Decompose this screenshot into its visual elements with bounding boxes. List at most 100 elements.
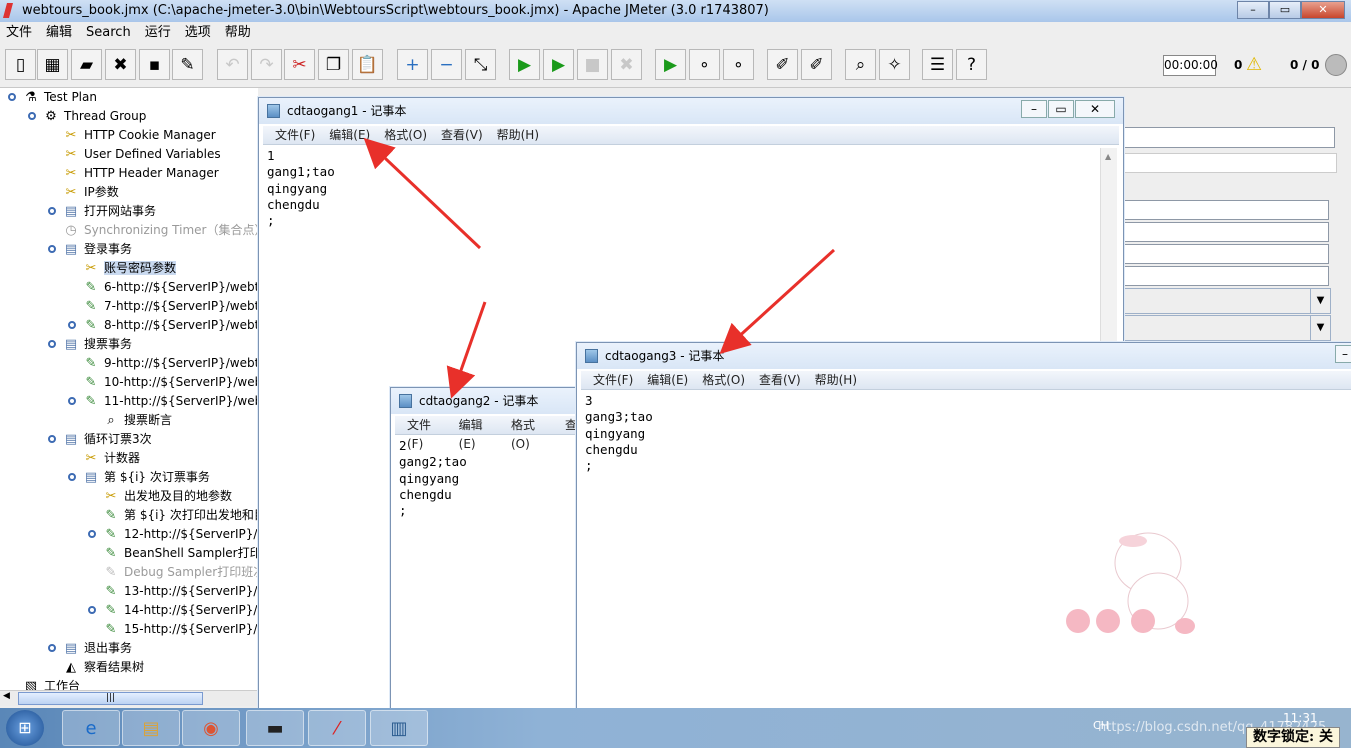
tree-node[interactable]: ✂ 计数器 (82, 449, 140, 468)
tree-node[interactable]: ◭ 察看结果树 (62, 658, 144, 677)
stop-button[interactable]: ■ (577, 49, 608, 80)
clock[interactable]: 11:31 (1283, 711, 1318, 725)
close-button[interactable]: ✕ (1301, 1, 1345, 19)
notepad-window-3[interactable]: cdtaogang3 - 记事本 – 文件(F) 编辑(E) 格式(O) 查看(V) 帮… (576, 342, 1351, 717)
tree-node[interactable]: ◷ Synchronizing Timer（集合点） (62, 221, 258, 240)
copy-button[interactable]: ❐ (318, 49, 349, 80)
tree-node[interactable]: ✂ IP参数 (62, 183, 119, 202)
tree-node[interactable]: ✂ 账号密码参数 (82, 259, 177, 278)
tree-expander-icon[interactable] (68, 473, 76, 481)
jmeter-icon[interactable]: ⁄ (308, 710, 366, 746)
config-field-1[interactable] (1123, 200, 1329, 220)
tree-node[interactable]: ▤ 打开网站事务 (62, 202, 156, 221)
tree-node[interactable]: ▧ 工作台 (22, 677, 80, 691)
tree-node[interactable]: ✂ HTTP Cookie Manager (62, 126, 216, 145)
tree-expander-icon[interactable] (48, 245, 56, 253)
tree-expander-icon[interactable] (8, 93, 16, 101)
toggle-button[interactable]: ⤡ (465, 49, 496, 80)
start-no-pause-button[interactable]: ▶ (543, 49, 574, 80)
minimize-button[interactable]: – (1237, 1, 1269, 19)
menu-help[interactable]: 帮助(H) (815, 371, 857, 389)
tree-node[interactable]: ▤ 第 ${i} 次订票事务 (82, 468, 210, 487)
chrome-icon[interactable]: ◉ (182, 710, 240, 746)
tree-node[interactable]: ✂ HTTP Header Manager (62, 164, 219, 183)
notepad-minimize-button[interactable]: – (1021, 100, 1047, 118)
menu-search[interactable]: Search (86, 22, 131, 44)
reset-search-button[interactable]: ✧ (879, 49, 910, 80)
menu-file[interactable]: 文件(F) (407, 416, 445, 451)
tree-node[interactable]: ✎ 9-http://${ServerIP}/webtours (82, 354, 258, 373)
tree-node[interactable]: ✎ 10-http://${ServerIP}/webtou (82, 373, 258, 392)
search-button[interactable]: ⌕ (845, 49, 876, 80)
notepad-close-button[interactable]: ✕ (1075, 100, 1115, 118)
tree-horizontal-scrollbar[interactable]: ◀ ||| (0, 690, 258, 706)
menu-edit[interactable]: 编辑(E) (459, 416, 497, 451)
paste-button[interactable]: 📋 (352, 49, 383, 80)
tree-node[interactable]: ✎ Debug Sampler打印班次 (102, 563, 258, 582)
tree-node[interactable]: ⌕ 搜票断言 (102, 411, 172, 430)
menu-view[interactable]: 查看(V) (759, 371, 801, 389)
name-field[interactable] (1123, 127, 1335, 148)
tree-node[interactable]: ✂ 出发地及目的地参数 (102, 487, 232, 506)
config-combo-2[interactable]: ▼ (1123, 315, 1331, 341)
scrollbar-thumb[interactable]: ||| (18, 692, 203, 705)
tree-node[interactable]: ✎ 13-http://${ServerIP}/web (102, 582, 258, 601)
tree-node[interactable]: ✎ 6-http://${ServerIP}/webtours (82, 278, 258, 297)
menu-view[interactable]: 查看(V) (441, 126, 483, 144)
tree-node[interactable]: ✎ 7-http://${ServerIP}/webtours (82, 297, 258, 316)
tree-node[interactable]: ▤ 退出事务 (62, 639, 132, 658)
tree-expander-icon[interactable] (28, 112, 36, 120)
tree-expander-icon[interactable] (88, 530, 96, 538)
tree-expander-icon[interactable] (68, 321, 76, 329)
open-button[interactable]: ▰ (71, 49, 102, 80)
tree-node[interactable]: ⚙ Thread Group (42, 107, 146, 126)
tree-expander-icon[interactable] (48, 207, 56, 215)
templates-button[interactable]: ▦ (37, 49, 68, 80)
menu-format[interactable]: 格式(O) (511, 416, 551, 451)
tree-node[interactable]: ▤ 搜票事务 (62, 335, 132, 354)
menu-edit[interactable]: 编辑 (46, 22, 72, 44)
tree-node[interactable]: ✎ 第 ${i} 次打印出发地和目 (102, 506, 258, 525)
undo-button[interactable]: ↶ (217, 49, 248, 80)
clear-button[interactable]: ✐ (767, 49, 798, 80)
remote-shutdown-button[interactable]: ∘ (723, 49, 754, 80)
maximize-button[interactable]: ▭ (1269, 1, 1301, 19)
expand-button[interactable]: + (397, 49, 428, 80)
tree-node[interactable]: ✎ 14-http://${ServerIP}/web (102, 601, 258, 620)
tree-expander-icon[interactable] (48, 435, 56, 443)
config-field-2[interactable] (1123, 222, 1329, 242)
collapse-button[interactable]: − (431, 49, 462, 80)
tree-node[interactable]: ✎ BeanShell Sampler打印 (102, 544, 258, 563)
menu-file[interactable]: 文件 (6, 22, 32, 44)
file-explorer-icon[interactable]: ▤ (122, 710, 180, 746)
new-button[interactable]: ▯ (5, 49, 36, 80)
internet-explorer-icon[interactable]: e (62, 710, 120, 746)
cmd-icon[interactable]: ▬ (246, 710, 304, 746)
save-button[interactable]: ▪ (139, 49, 170, 80)
notepad-window-2[interactable]: cdtaogang2 - 记事本 文件(F) 编辑(E) 格式(O) 查 2 gang… (390, 387, 582, 717)
remote-start-button[interactable]: ▶ (655, 49, 686, 80)
tree-node[interactable]: ⚗ Test Plan (22, 88, 97, 107)
scroll-left-arrow-icon[interactable]: ◀ (3, 691, 10, 701)
close-plan-button[interactable]: ✖ (105, 49, 136, 80)
clear-all-button[interactable]: ✐ (801, 49, 832, 80)
notepad-minimize-button[interactable]: – (1335, 345, 1351, 363)
tree-node[interactable]: ✎ 12-http://${ServerIP}/web (102, 525, 258, 544)
tree-expander-icon[interactable] (48, 644, 56, 652)
tree-node[interactable]: ✎ 8-http://${ServerIP}/webtours (82, 316, 258, 335)
menu-edit[interactable]: 编辑(E) (647, 371, 688, 389)
start-button[interactable]: ⊞ (6, 710, 44, 746)
menu-run[interactable]: 运行 (145, 22, 171, 44)
config-combo-1[interactable]: ▼ (1123, 288, 1331, 314)
menu-options[interactable]: 选项 (185, 22, 211, 44)
notepad-maximize-button[interactable]: ▭ (1048, 100, 1074, 118)
cut-button[interactable]: ✂ (284, 49, 315, 80)
config-field-4[interactable] (1123, 266, 1329, 286)
menu-edit[interactable]: 编辑(E) (329, 126, 370, 144)
shutdown-button[interactable]: ✖ (611, 49, 642, 80)
tree-expander-icon[interactable] (48, 340, 56, 348)
function-helper-button[interactable]: ☰ (922, 49, 953, 80)
tree-expander-icon[interactable] (88, 606, 96, 614)
tree-node[interactable]: ▤ 登录事务 (62, 240, 132, 259)
menu-format[interactable]: 格式(O) (702, 371, 745, 389)
